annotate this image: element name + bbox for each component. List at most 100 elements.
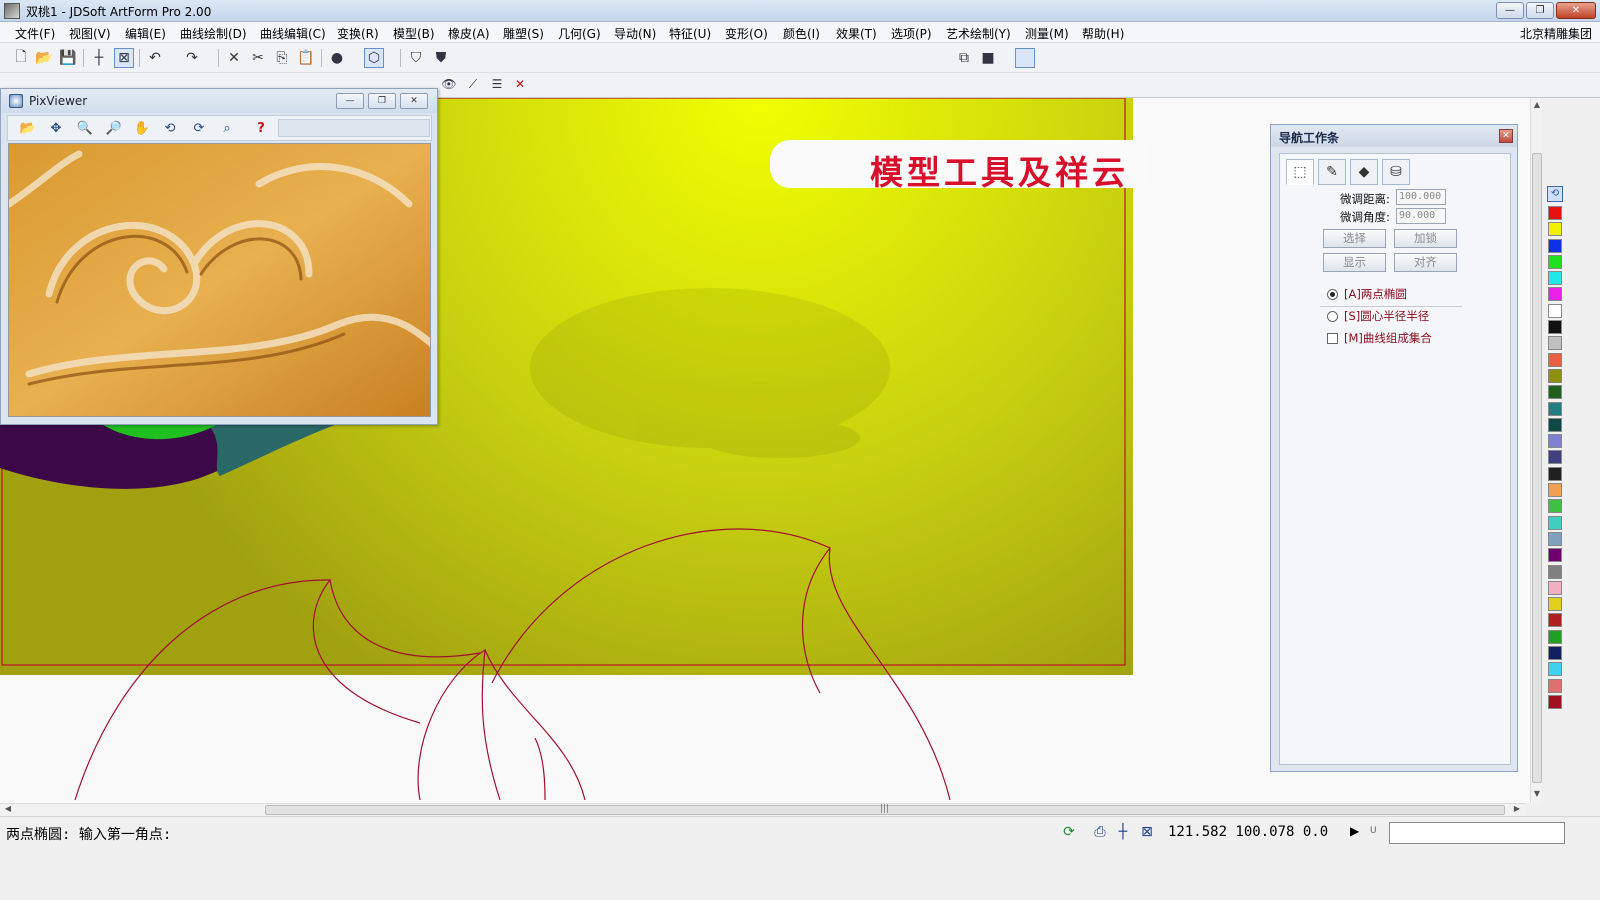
menu-deform[interactable]: 变形(O) <box>725 25 768 42</box>
two-point-ellipse-label[interactable]: [A]两点椭圆 <box>1344 286 1407 302</box>
align-button[interactable]: 对齐 <box>1394 253 1457 272</box>
center-radius-radio[interactable] <box>1327 311 1338 322</box>
layers-icon[interactable]: ⧉ <box>954 48 974 68</box>
cup-icon[interactable]: ⛉ <box>406 48 426 68</box>
undo-icon[interactable]: ↶ <box>145 48 165 68</box>
menu-art-draw[interactable]: 艺术绘制(Y) <box>946 25 1011 42</box>
vertical-scroll-thumb[interactable] <box>1532 153 1542 783</box>
crosshair-icon[interactable]: ┼ <box>89 48 109 68</box>
cancel-tool-icon[interactable]: ✕ <box>511 75 529 93</box>
delete-icon[interactable]: ✕ <box>224 48 244 68</box>
rotate-right-icon[interactable]: ⟳ <box>189 119 209 139</box>
menu-help[interactable]: 帮助(H) <box>1082 25 1124 42</box>
menu-edit[interactable]: 编辑(E) <box>125 25 166 42</box>
new-file-icon[interactable]: 🗋 <box>11 48 31 68</box>
display-button[interactable]: 显示 <box>1323 253 1386 272</box>
menu-effect[interactable]: 效果(T) <box>836 25 877 42</box>
eye-view-icon[interactable]: 👁 <box>440 75 458 93</box>
nav-panel-title-bar[interactable]: 导航工作条 ✕ <box>1271 125 1517 147</box>
refresh-icon[interactable]: ⟳ <box>1060 823 1078 841</box>
curve-set-checkbox[interactable] <box>1327 333 1338 344</box>
menu-model[interactable]: 模型(B) <box>393 25 435 42</box>
palette-swatch-27[interactable] <box>1548 646 1562 661</box>
curve-node-icon[interactable]: ⟋ <box>464 75 482 93</box>
palette-swatch-13[interactable] <box>1548 417 1562 432</box>
curve-set-label[interactable]: [M]曲线组成集合 <box>1344 330 1432 346</box>
palette-swatch-19[interactable] <box>1548 515 1562 530</box>
palette-swatch-1[interactable] <box>1548 222 1562 237</box>
palette-swatch-28[interactable] <box>1548 662 1562 677</box>
restore-button[interactable]: ❐ <box>1526 2 1554 19</box>
menu-eraser[interactable]: 橡皮(A) <box>448 25 490 42</box>
palette-swatch-29[interactable] <box>1548 678 1562 693</box>
palette-swatch-9[interactable] <box>1548 352 1562 367</box>
pixviewer-close-button[interactable]: ✕ <box>400 93 428 109</box>
copy-icon[interactable]: ⎘ <box>272 48 292 68</box>
menu-view[interactable]: 视图(V) <box>69 25 111 42</box>
palette-swatch-2[interactable] <box>1548 238 1562 253</box>
cut-icon[interactable]: ✂ <box>248 48 268 68</box>
shield-icon[interactable]: ⛊ <box>431 48 451 68</box>
redo-icon[interactable]: ↷ <box>182 48 202 68</box>
menu-curve-edit[interactable]: 曲线编辑(C) <box>260 25 326 42</box>
open-image-icon[interactable]: 📂 <box>18 119 38 139</box>
palette-swatch-7[interactable] <box>1548 320 1562 335</box>
scroll-left-icon[interactable]: ◀ <box>2 804 14 816</box>
menu-feature[interactable]: 特征(U) <box>669 25 711 42</box>
paste-icon[interactable]: 📋 <box>296 48 316 68</box>
palette-tool-icon[interactable]: ⟲ <box>1547 186 1563 202</box>
palette-swatch-17[interactable] <box>1548 483 1562 498</box>
scroll-down-icon[interactable]: ▼ <box>1531 789 1543 801</box>
fine-distance-input[interactable]: 100.000 <box>1396 189 1446 205</box>
tab-ellipse-tool-icon[interactable]: ⬚ <box>1286 159 1314 185</box>
view-cube-icon[interactable]: ⬡ <box>364 48 384 68</box>
tab-eraser-tool-icon[interactable]: ◆ <box>1350 159 1378 185</box>
palette-swatch-3[interactable] <box>1548 254 1562 269</box>
sphere-render-icon[interactable]: ● <box>327 48 347 68</box>
pixviewer-title-bar[interactable]: PixViewer — ❐ ✕ <box>1 89 437 113</box>
close-button[interactable]: ✕ <box>1556 2 1596 19</box>
menu-curve-draw[interactable]: 曲线绘制(D) <box>180 25 247 42</box>
select-button[interactable]: 选择 <box>1323 229 1386 248</box>
color-fill-icon[interactable]: ■ <box>978 48 998 68</box>
nav-panel-close-button[interactable]: ✕ <box>1499 129 1513 143</box>
save-icon[interactable]: 💾 <box>58 48 78 68</box>
menu-options[interactable]: 选项(P) <box>891 25 932 42</box>
menu-geometry[interactable]: 几何(G) <box>558 25 601 42</box>
palette-swatch-15[interactable] <box>1548 450 1562 465</box>
palette-swatch-11[interactable] <box>1548 385 1562 400</box>
palette-swatch-8[interactable] <box>1548 336 1562 351</box>
palette-swatch-20[interactable] <box>1548 531 1562 546</box>
zoom-window-icon[interactable]: ⌕ <box>217 119 237 139</box>
gradient-color-icon[interactable] <box>1015 48 1035 68</box>
menu-transform[interactable]: 变换(R) <box>337 25 379 42</box>
palette-swatch-14[interactable] <box>1548 434 1562 449</box>
palette-swatch-22[interactable] <box>1548 564 1562 579</box>
zoom-in-icon[interactable]: 🔍 <box>75 119 95 139</box>
list-tool-icon[interactable]: ☰ <box>488 75 506 93</box>
palette-swatch-5[interactable] <box>1548 287 1562 302</box>
palette-swatch-21[interactable] <box>1548 548 1562 563</box>
open-folder-icon[interactable]: 📂 <box>34 48 54 68</box>
scroll-up-icon[interactable]: ▲ <box>1531 100 1543 112</box>
help-icon[interactable]: ? <box>251 119 271 139</box>
zoom-out-icon[interactable]: 🔎 <box>104 119 124 139</box>
tab-pencil-tool-icon[interactable]: ✎ <box>1318 159 1346 185</box>
fine-angle-input[interactable]: 90.000 <box>1396 208 1446 224</box>
hand-icon[interactable]: ✋ <box>132 119 152 139</box>
palette-swatch-12[interactable] <box>1548 401 1562 416</box>
palette-swatch-6[interactable] <box>1548 303 1562 318</box>
lock-button[interactable]: 加锁 <box>1394 229 1457 248</box>
palette-swatch-30[interactable] <box>1548 694 1562 709</box>
palette-swatch-4[interactable] <box>1548 271 1562 286</box>
play-arrow-icon[interactable]: ▶ <box>1350 824 1359 838</box>
horizontal-scrollbar[interactable]: ◀ ||| ▶ <box>0 803 1525 816</box>
vertical-scrollbar[interactable]: ▲ ▼ <box>1530 98 1542 803</box>
palette-swatch-26[interactable] <box>1548 629 1562 644</box>
palette-swatch-24[interactable] <box>1548 597 1562 612</box>
menu-sculpt[interactable]: 雕塑(S) <box>503 25 544 42</box>
box-status-icon[interactable]: ⊠ <box>1138 823 1156 841</box>
palette-swatch-0[interactable] <box>1548 206 1562 220</box>
palette-swatch-25[interactable] <box>1548 613 1562 628</box>
pixviewer-minimize-button[interactable]: — <box>336 93 364 109</box>
